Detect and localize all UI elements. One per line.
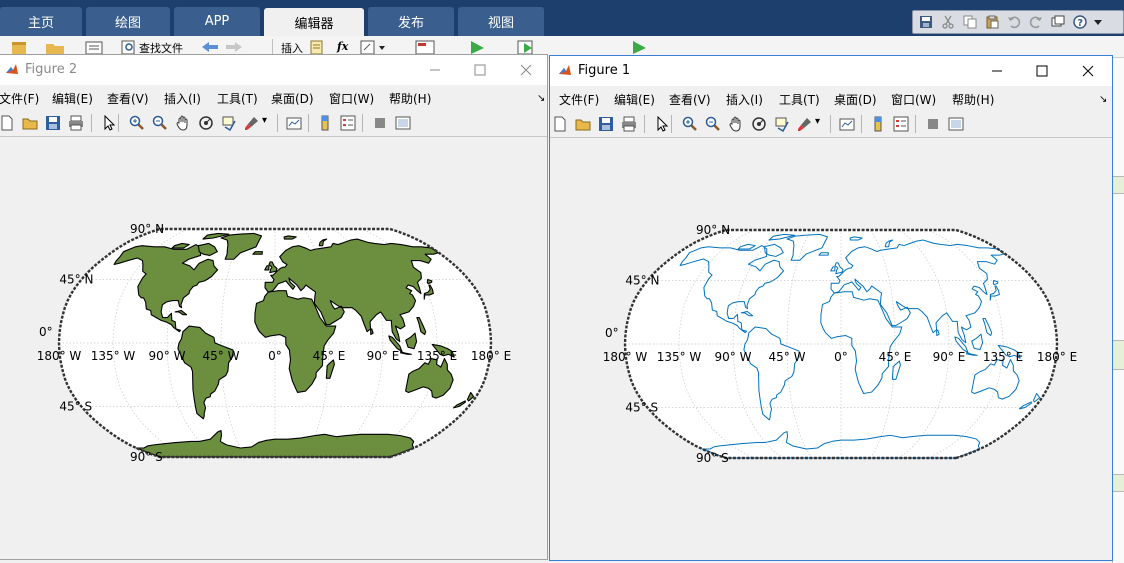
lat-label: 0° (605, 326, 619, 340)
lat-label: 45° S (59, 400, 92, 414)
run-advance-icon[interactable] (516, 40, 536, 54)
undo-icon[interactable] (1007, 15, 1021, 29)
tab-publish[interactable]: 发布 (368, 7, 454, 36)
cut-icon[interactable] (941, 15, 955, 29)
lon-label: 135° E (983, 350, 1023, 364)
lon-label: 0° (268, 349, 282, 363)
lat-label: 0° (39, 325, 53, 339)
go-back-icon[interactable] (200, 40, 220, 54)
ribbon-divider (272, 39, 273, 55)
lon-label: 45° W (203, 349, 240, 363)
lon-label: 135° W (91, 349, 136, 363)
lat-label: 90° N (130, 222, 164, 236)
lon-label: 0° (834, 350, 848, 364)
lon-label: 90° W (715, 350, 752, 364)
lon-label: 45° E (879, 350, 912, 364)
lon-label: 180° W (37, 349, 82, 363)
lat-label: 45° N (59, 272, 93, 286)
redo-icon[interactable] (1029, 15, 1043, 29)
insert-section-icon[interactable] (309, 40, 325, 54)
editor-background-highlight (1112, 176, 1124, 194)
lon-label: 180° W (603, 350, 648, 364)
paste-icon[interactable] (985, 15, 999, 29)
save-icon[interactable] (919, 15, 933, 29)
tab-home[interactable]: 主页 (0, 7, 82, 36)
figure-window-1[interactable]: Figure 1 文件(F) 编辑(E) 查看(V) 插入(I) 工具(T) 桌… (549, 55, 1113, 561)
lat-label: 90° S (696, 451, 729, 465)
world-map-axes[interactable]: 90° N 45° N 0° 45° S 90° S 180° W 135° W 90° W 4… (0, 55, 548, 560)
landmass-iceland (252, 251, 263, 255)
editor-background-highlight (1112, 474, 1124, 492)
landmass-hokkaido (426, 278, 433, 285)
tab-editor[interactable]: 编辑器 (264, 8, 364, 36)
figure-window-2[interactable]: Figure 2 文件(F) 编辑(E) 查看(V) 插入(I) 工具(T) 桌… (0, 54, 548, 560)
lon-label: 90° E (933, 350, 966, 364)
comment-icon[interactable] (360, 40, 388, 54)
copy-icon[interactable] (963, 15, 977, 29)
matlab-tab-strip: 主页 绘图 APP 编辑器 发布 视图 ? (0, 0, 1124, 36)
help-icon[interactable]: ? (1073, 15, 1089, 29)
find-files-icon[interactable] (120, 40, 136, 54)
tab-plots[interactable]: 绘图 (86, 7, 170, 36)
world-map-axes[interactable]: 90° N 45° N 0° 45° S 90° S 180° W 135° W 90° W 4… (550, 56, 1113, 561)
svg-text:?: ? (1077, 18, 1083, 29)
fx-label[interactable]: fx (337, 40, 348, 53)
open-icon[interactable] (44, 40, 66, 54)
tab-view[interactable]: 视图 (458, 7, 544, 36)
editor-background-highlight (1112, 340, 1124, 370)
lon-label: 45° E (313, 349, 346, 363)
run-icon[interactable] (468, 40, 486, 54)
lat-label: 90° N (696, 223, 730, 237)
lon-label: 135° E (417, 349, 457, 363)
quick-access-toolbar: ? (912, 10, 1124, 34)
lon-label: 180° E (1037, 350, 1077, 364)
tab-apps[interactable]: APP (174, 7, 260, 36)
new-icon[interactable] (8, 40, 30, 54)
indent-icon[interactable] (414, 40, 436, 54)
compare-icon[interactable] (84, 40, 104, 54)
lon-label: 135° W (657, 350, 702, 364)
go-forward-icon[interactable] (224, 40, 244, 54)
lat-label: 90° S (130, 450, 163, 464)
lon-label: 45° W (769, 350, 806, 364)
run-section-icon[interactable] (630, 40, 648, 54)
lon-label: 180° E (471, 349, 511, 363)
lon-label: 90° W (149, 349, 186, 363)
dropdown-arrow-icon[interactable] (1093, 15, 1103, 29)
switch-windows-icon[interactable] (1051, 15, 1065, 29)
lat-label: 45° S (625, 401, 658, 415)
lat-label: 45° N (625, 273, 659, 287)
lon-label: 90° E (367, 349, 400, 363)
